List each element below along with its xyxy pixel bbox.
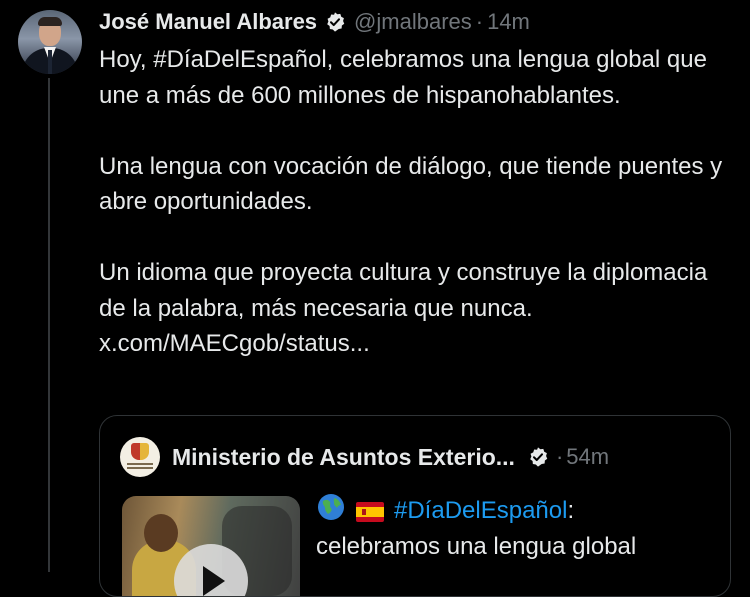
author-handle[interactable]: @jmalbares: [354, 9, 472, 35]
separator-dot: ·: [475, 9, 484, 34]
video-thumbnail[interactable]: [122, 496, 300, 596]
quoted-author-avatar[interactable]: [120, 437, 160, 477]
quoted-tweet-card[interactable]: Ministerio de Asuntos Exterio... · 54m #…: [99, 415, 731, 597]
tweet-paragraph: Un idioma que proyecta cultura y constru…: [99, 259, 708, 357]
verified-badge-icon[interactable]: [324, 11, 346, 33]
separator-dot: ·: [555, 444, 564, 469]
tweet-timestamp[interactable]: 14m: [487, 9, 530, 35]
tweet-body: Hoy, #DíaDelEspañol, celebramos una leng…: [99, 42, 729, 362]
quoted-author-name[interactable]: Ministerio de Asuntos Exterio...: [172, 444, 515, 471]
tweet-paragraph: Una lengua con vocación de diálogo, que …: [99, 152, 723, 216]
author-name[interactable]: José Manuel Albares: [99, 9, 317, 35]
thread-connector-line: [48, 78, 50, 572]
verified-badge-icon: [530, 447, 548, 467]
hashtag-link[interactable]: #DíaDelEspañol: [153, 46, 326, 73]
spain-flag-emoji-icon: [356, 502, 384, 522]
globe-emoji-icon: [318, 494, 344, 520]
quoted-tweet-text: #DíaDelEspañol: celebramos una lengua gl…: [316, 492, 716, 564]
status-link[interactable]: x.com/MAECgob/status...: [99, 330, 370, 357]
quoted-tweet-header: Ministerio de Asuntos Exterio... · 54m: [120, 437, 609, 477]
tweet-header: José Manuel Albares @jmalbares · 14m: [99, 8, 530, 36]
hashtag-link[interactable]: #DíaDelEspañol: [394, 497, 567, 524]
tweet-paragraph: Hoy, #DíaDelEspañol, celebramos una leng…: [99, 46, 707, 109]
quoted-tweet-timestamp[interactable]: 54m: [566, 444, 609, 470]
author-avatar[interactable]: [18, 10, 82, 74]
